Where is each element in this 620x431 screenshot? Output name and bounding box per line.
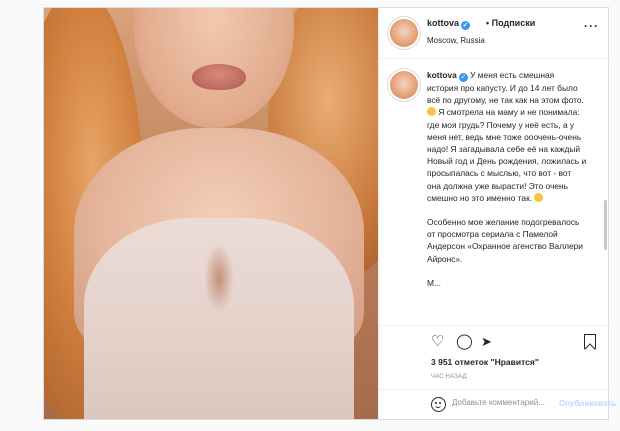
more-options-icon[interactable]: ··· [584, 19, 599, 33]
follow-status[interactable]: • Подписки [486, 18, 535, 28]
instagram-post: kottova ✓ • Подписки Moscow, Russia ··· k… [43, 7, 616, 420]
username-link[interactable]: kottova ✓ [427, 18, 471, 30]
post-comment-button[interactable]: Опубликовать [559, 399, 616, 408]
post-header: kottova ✓ • Подписки Moscow, Russia ··· [379, 8, 609, 59]
following-button[interactable]: Подписки [492, 18, 536, 28]
photo-lips [192, 64, 246, 90]
scrollbar[interactable] [604, 200, 607, 250]
caption-username[interactable]: kottova [427, 70, 457, 80]
avatar[interactable] [390, 19, 418, 47]
caption-paragraph: Особенно мое желание подогревалось от пр… [427, 217, 583, 264]
location-link[interactable]: Moscow, Russia [427, 36, 485, 45]
heart-icon[interactable]: ♡ [431, 334, 444, 349]
post-sidebar: kottova ✓ • Подписки Moscow, Russia ··· k… [378, 8, 616, 419]
emoji-icon [534, 192, 544, 202]
post-photo[interactable] [44, 8, 378, 419]
caption-area: kottova ✓ У меня есть смешная история про… [379, 60, 609, 325]
comment-icon[interactable]: ◯ [456, 334, 473, 349]
verified-badge-icon: ✓ [458, 73, 468, 82]
add-comment-bar: Опубликовать [379, 389, 616, 419]
bookmark-icon[interactable] [584, 334, 596, 349]
separator: • [486, 18, 490, 28]
photo-shadow [204, 243, 234, 313]
likes-count[interactable]: 3 951 отметок "Нравится" [431, 357, 539, 367]
caption-paragraph: Я смотрела на маму и не понимала: где мо… [427, 107, 587, 203]
caption-text: kottova ✓ У меня есть смешная история про… [427, 69, 587, 301]
caption-paragraph: М... [427, 277, 441, 288]
emoji-icon [427, 107, 436, 117]
verified-badge-icon: ✓ [461, 21, 471, 30]
share-icon[interactable]: ➤ [481, 334, 492, 349]
action-bar: ♡ ◯ ➤ 3 951 отметок "Нравится" час назад… [379, 325, 616, 419]
emoji-icon[interactable] [431, 397, 446, 412]
caption-avatar[interactable] [390, 71, 418, 99]
page-background: kottova ✓ • Подписки Moscow, Russia ··· k… [0, 0, 620, 431]
comment-input[interactable] [452, 398, 562, 407]
post-timestamp[interactable]: час назад [431, 374, 467, 380]
